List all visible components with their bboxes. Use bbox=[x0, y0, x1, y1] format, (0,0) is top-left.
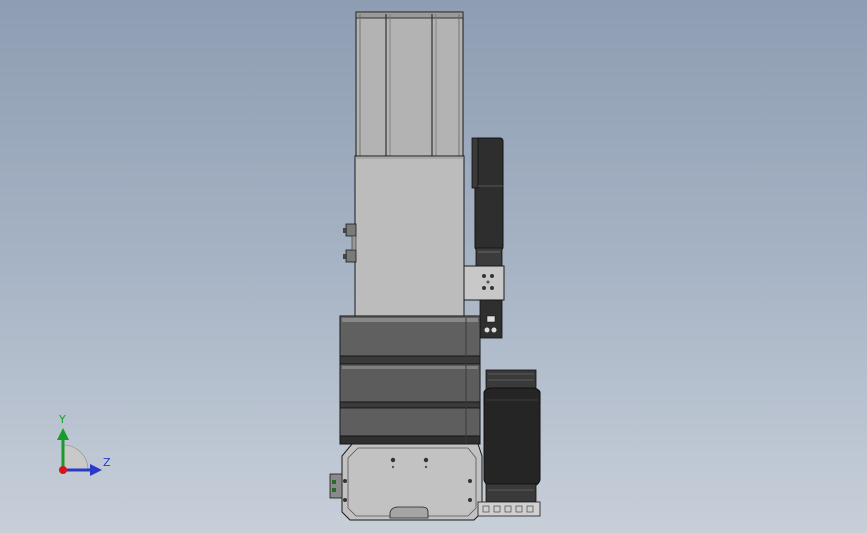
graphics-viewport[interactable]: Y Z bbox=[0, 0, 867, 533]
base-extrusion bbox=[477, 501, 541, 517]
mounting-plate bbox=[463, 265, 505, 301]
z-axis-arrow-icon bbox=[90, 464, 102, 476]
drive-bracket bbox=[479, 299, 503, 339]
triad-plane-icon bbox=[62, 444, 89, 471]
upper-rail-housing bbox=[355, 11, 464, 158]
carriage-block bbox=[343, 155, 465, 317]
lower-drive-motor bbox=[483, 369, 541, 503]
upper-drive-motor bbox=[471, 137, 504, 269]
triad-y-label: Y bbox=[59, 413, 66, 426]
cad-model-view[interactable] bbox=[0, 0, 867, 533]
triad-z-label: Z bbox=[103, 456, 111, 469]
gearbox-stack bbox=[339, 315, 481, 445]
coordinate-triad bbox=[57, 428, 102, 476]
x-axis-origin-icon bbox=[59, 466, 67, 474]
base-housing bbox=[329, 443, 483, 521]
y-axis-arrow-icon bbox=[57, 428, 69, 440]
